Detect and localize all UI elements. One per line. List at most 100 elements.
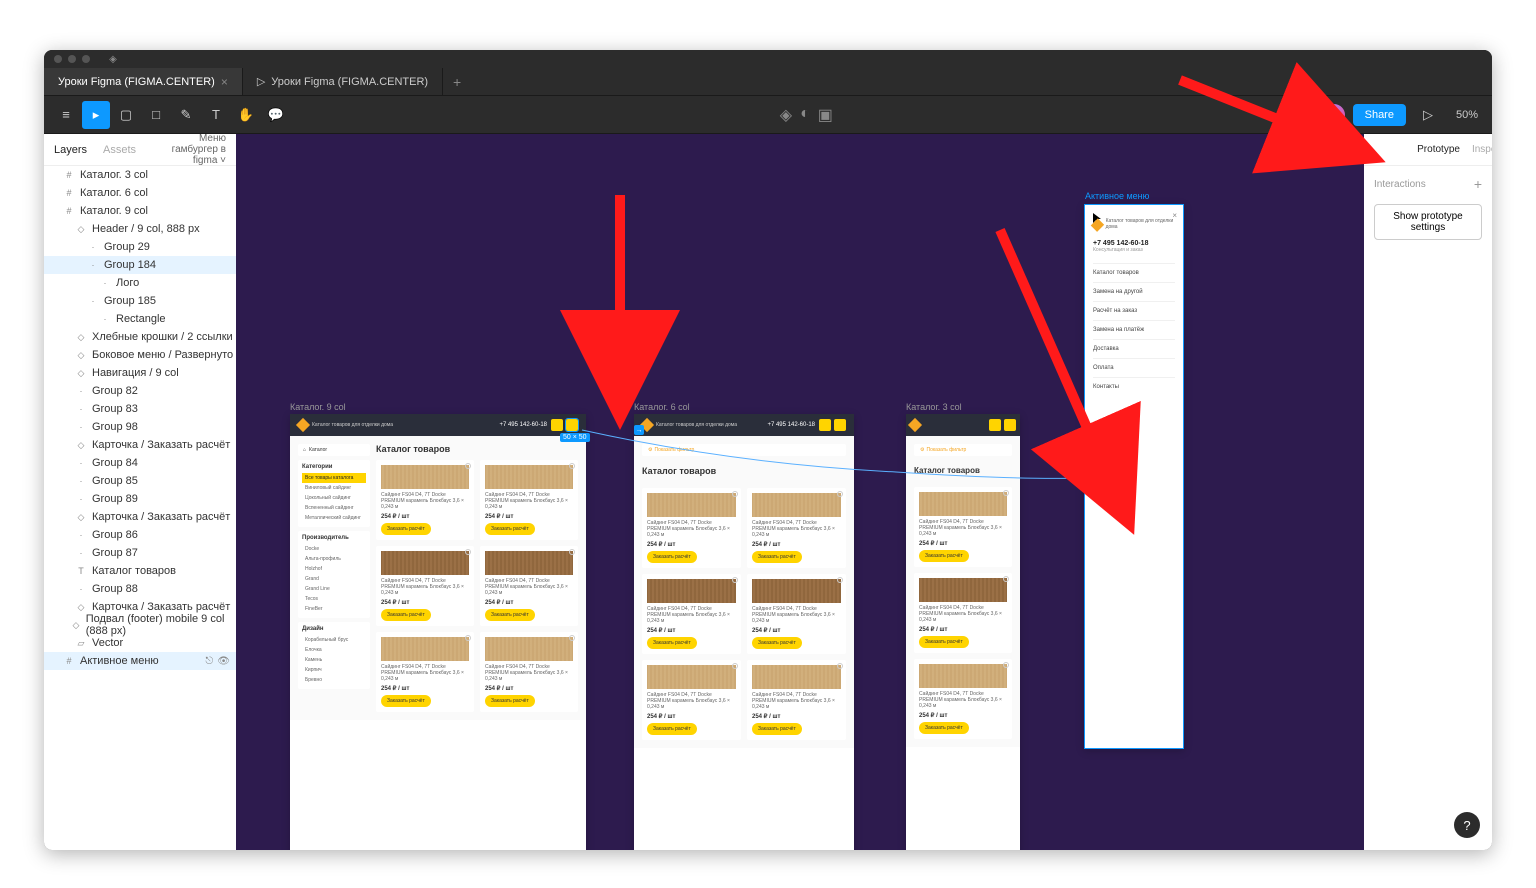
favorite-icon[interactable] bbox=[837, 491, 843, 497]
user-avatar[interactable] bbox=[1323, 104, 1345, 126]
add-tab-button[interactable]: + bbox=[443, 68, 471, 95]
order-button[interactable]: Заказать расчёт bbox=[647, 637, 697, 649]
favorite-icon[interactable] bbox=[732, 491, 738, 497]
order-button[interactable]: Заказать расчёт bbox=[485, 695, 535, 707]
comment-tool-icon[interactable]: 💬 bbox=[262, 101, 290, 129]
layer-item[interactable]: TКаталог товаров bbox=[44, 562, 236, 580]
product-card[interactable]: Сайдинг FS04 D4, 7T Docke PREMIUM караме… bbox=[480, 632, 578, 712]
canvas[interactable]: Каталог. 9 col Каталог товаров для отдел… bbox=[236, 134, 1364, 850]
hamburger-menu-icon[interactable] bbox=[834, 419, 846, 431]
layer-item[interactable]: ·Group 85 bbox=[44, 472, 236, 490]
product-card[interactable]: Сайдинг FS04 D4, 7T Docke PREMIUM караме… bbox=[376, 460, 474, 540]
layer-item[interactable]: ·Group 87 bbox=[44, 544, 236, 562]
help-button[interactable]: ? bbox=[1454, 812, 1480, 838]
order-button[interactable]: Заказать расчёт bbox=[381, 609, 431, 621]
visibility-icon[interactable]: 👁 bbox=[217, 656, 230, 667]
filter-toggle[interactable]: ⚙ Показать фильтр bbox=[642, 444, 846, 456]
product-card[interactable]: Сайдинг FS04 D4, 7T Docke PREMIUM караме… bbox=[914, 659, 1012, 739]
filter-toggle[interactable]: ⚙ Показать фильтр bbox=[914, 444, 1012, 456]
layer-item[interactable]: ·Group 86 bbox=[44, 526, 236, 544]
close-icon[interactable]: × bbox=[221, 75, 228, 89]
tab-main[interactable]: Уроки Figma (FIGMA.CENTER) × bbox=[44, 68, 243, 95]
header-icon-1[interactable] bbox=[819, 419, 831, 431]
layer-item[interactable]: ·Group 29 bbox=[44, 238, 236, 256]
favorite-icon[interactable] bbox=[1003, 576, 1009, 582]
layer-item[interactable]: ·Group 98 bbox=[44, 418, 236, 436]
product-card[interactable]: Сайдинг FS04 D4, 7T Docke PREMIUM караме… bbox=[642, 660, 741, 740]
layer-item[interactable]: ·Лого bbox=[44, 274, 236, 292]
figma-logo-icon[interactable]: ◈ bbox=[104, 50, 122, 68]
move-tool-icon[interactable]: ▸ bbox=[82, 101, 110, 129]
layer-item[interactable]: ·Group 83 bbox=[44, 400, 236, 418]
order-button[interactable]: Заказать расчёт bbox=[919, 550, 969, 562]
header-icon-1[interactable] bbox=[989, 419, 1001, 431]
order-button[interactable]: Заказать расчёт bbox=[919, 636, 969, 648]
layer-item[interactable]: ◇Боковое меню / Развернуто bbox=[44, 346, 236, 364]
favorite-icon[interactable] bbox=[732, 663, 738, 669]
zoom-level[interactable]: 50% bbox=[1450, 109, 1484, 121]
layer-item[interactable]: #Каталог. 3 col bbox=[44, 166, 236, 184]
favorite-icon[interactable] bbox=[465, 463, 471, 469]
menu-item[interactable]: Каталог товаров bbox=[1093, 263, 1175, 282]
product-card[interactable]: Сайдинг FS04 D4, 7T Docke PREMIUM караме… bbox=[376, 632, 474, 712]
frame-catalog-9col[interactable]: Каталог товаров для отделки дома +7 495 … bbox=[290, 414, 586, 850]
show-prototype-settings-button[interactable]: Show prototype settings bbox=[1374, 204, 1482, 240]
product-card[interactable]: Сайдинг FS04 D4, 7T Docke PREMIUM караме… bbox=[480, 546, 578, 626]
hand-tool-icon[interactable]: ✋ bbox=[232, 101, 260, 129]
frame-catalog-3col[interactable]: ⚙ Показать фильтр Каталог товаров Сайдин… bbox=[906, 414, 1020, 850]
product-card[interactable]: Сайдинг FS04 D4, 7T Docke PREMIUM караме… bbox=[376, 546, 474, 626]
menu-item[interactable]: Оплата bbox=[1093, 358, 1175, 377]
layer-item[interactable]: ◇Навигация / 9 col bbox=[44, 364, 236, 382]
product-card[interactable]: Сайдинг FS04 D4, 7T Docke PREMIUM караме… bbox=[914, 487, 1012, 567]
frame-label[interactable]: Каталог. 9 col bbox=[290, 402, 346, 412]
shape-tool-icon[interactable]: □ bbox=[142, 101, 170, 129]
prototype-tab[interactable]: Prototype bbox=[1417, 144, 1460, 155]
order-button[interactable]: Заказать расчёт bbox=[485, 523, 535, 535]
tab-prototype[interactable]: ▷ Уроки Figma (FIGMA.CENTER) bbox=[243, 68, 443, 95]
pen-tool-icon[interactable]: ✎ bbox=[172, 101, 200, 129]
text-tool-icon[interactable]: T bbox=[202, 101, 230, 129]
close-icon[interactable]: × bbox=[1172, 211, 1177, 220]
layer-item[interactable]: #Каталог. 9 col bbox=[44, 202, 236, 220]
frame-tool-icon[interactable]: ▢ bbox=[112, 101, 140, 129]
page-selector[interactable]: Меню гамбургер в figma ˅ bbox=[152, 134, 226, 166]
layer-item[interactable]: ·Rectangle bbox=[44, 310, 236, 328]
favorite-icon[interactable] bbox=[837, 663, 843, 669]
share-button[interactable]: Share bbox=[1353, 104, 1406, 126]
menu-item[interactable]: Доставка bbox=[1093, 339, 1175, 358]
layer-item[interactable]: #Активное меню⎋👁 bbox=[44, 652, 236, 670]
layer-item[interactable]: ·Group 88 bbox=[44, 580, 236, 598]
order-button[interactable]: Заказать расчёт bbox=[752, 723, 802, 735]
add-interaction-button[interactable]: + bbox=[1474, 176, 1482, 192]
layer-item[interactable]: ◇Карточка / Заказать расчёт bbox=[44, 436, 236, 454]
frame-catalog-6col[interactable]: Каталог товаров для отделки дома +7 495 … bbox=[634, 414, 854, 850]
assets-tab[interactable]: Assets bbox=[103, 144, 136, 156]
layer-item[interactable]: ·Group 185 bbox=[44, 292, 236, 310]
layer-item[interactable]: ·Group 84 bbox=[44, 454, 236, 472]
lock-icon[interactable]: ⎋ bbox=[205, 656, 213, 667]
product-card[interactable]: Сайдинг FS04 D4, 7T Docke PREMIUM караме… bbox=[747, 660, 846, 740]
mask-icon[interactable]: ◐ bbox=[800, 105, 810, 125]
traffic-lights[interactable] bbox=[54, 55, 90, 63]
layer-item[interactable]: ◇Header / 9 col, 888 px bbox=[44, 220, 236, 238]
present-icon[interactable]: ▷ bbox=[1414, 101, 1442, 129]
layer-item[interactable]: #Каталог. 6 col bbox=[44, 184, 236, 202]
layer-item[interactable]: ◇Хлебные крошки / 2 ссылки bbox=[44, 328, 236, 346]
product-card[interactable]: Сайдинг FS04 D4, 7T Docke PREMIUM караме… bbox=[747, 488, 846, 568]
order-button[interactable]: Заказать расчёт bbox=[381, 523, 431, 535]
order-button[interactable]: Заказать расчёт bbox=[752, 637, 802, 649]
favorite-icon[interactable] bbox=[569, 549, 575, 555]
order-button[interactable]: Заказать расчёт bbox=[381, 695, 431, 707]
favorite-icon[interactable] bbox=[1003, 662, 1009, 668]
product-card[interactable]: Сайдинг FS04 D4, 7T Docke PREMIUM караме… bbox=[642, 574, 741, 654]
frame-active-menu[interactable]: Активное меню × Каталог товаров для отде… bbox=[1084, 204, 1184, 749]
order-button[interactable]: Заказать расчёт bbox=[647, 551, 697, 563]
hamburger-menu-icon[interactable] bbox=[1004, 419, 1016, 431]
order-button[interactable]: Заказать расчёт bbox=[752, 551, 802, 563]
product-card[interactable]: Сайдинг FS04 D4, 7T Docke PREMIUM караме… bbox=[747, 574, 846, 654]
favorite-icon[interactable] bbox=[569, 635, 575, 641]
prototype-arrow-icon[interactable]: → bbox=[634, 425, 644, 435]
favorite-icon[interactable] bbox=[569, 463, 575, 469]
union-icon[interactable]: ▣ bbox=[818, 105, 833, 125]
menu-item[interactable]: Расчёт на заказ bbox=[1093, 301, 1175, 320]
